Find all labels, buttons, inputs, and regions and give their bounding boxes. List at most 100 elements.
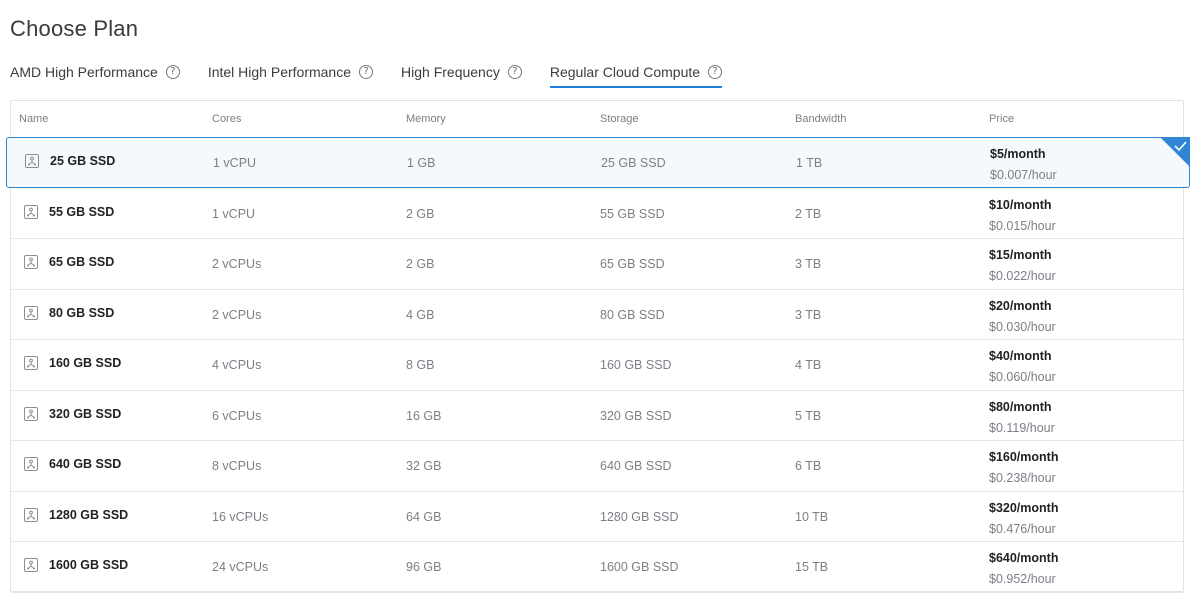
plan-row-5[interactable]: 320 GB SSD 6 vCPUs 16 GB 320 GB SSD 5 TB…: [11, 391, 1183, 441]
plan-storage: 80 GB SSD: [600, 307, 665, 322]
plan-name: 320 GB SSD: [49, 406, 122, 421]
price-per-month: $5/month: [990, 147, 1046, 161]
plan-storage: 1600 GB SSD: [600, 560, 679, 574]
price-per-month: $80/month: [989, 399, 1052, 414]
plan-row-0[interactable]: 25 GB SSD 1 vCPU 1 GB 25 GB SSD 1 TB $5/…: [6, 137, 1190, 188]
plan-type-tabs: AMD High Performance ? Intel High Perfor…: [10, 58, 750, 90]
plan-price: $640/month $0.952/hour: [989, 551, 1058, 586]
help-circle-icon[interactable]: ?: [507, 65, 522, 79]
plan-bandwidth: 6 TB: [795, 459, 822, 473]
plan-bandwidth: 3 TB: [795, 307, 822, 322]
plan-bandwidth: 1 TB: [796, 156, 823, 170]
plan-cores: 4 vCPUs: [212, 358, 262, 372]
plan-price: $15/month $0.022/hour: [989, 248, 1056, 283]
plan-cores: 2 vCPUs: [212, 307, 262, 322]
plan-name-cell: 160 GB SSD: [23, 355, 121, 371]
plan-price: $80/month $0.119/hour: [989, 400, 1055, 435]
price-per-month: $320/month: [989, 500, 1059, 515]
plan-name-cell: 55 GB SSD: [23, 204, 114, 220]
plan-name: 25 GB SSD: [50, 154, 116, 168]
plan-name-cell: 1600 GB SSD: [23, 557, 128, 573]
plan-memory: 64 GB: [406, 509, 442, 524]
plan-name-cell: 640 GB SSD: [23, 456, 121, 472]
tab-label: Intel High Performance: [207, 64, 352, 80]
plan-storage: 320 GB SSD: [600, 408, 672, 423]
plan-storage: 160 GB SSD: [600, 358, 672, 372]
price-per-hour: $0.015/hour: [989, 218, 1056, 233]
price-per-month: $640/month: [989, 551, 1059, 565]
plan-row-1[interactable]: 55 GB SSD 1 vCPU 2 GB 55 GB SSD 2 TB $10…: [11, 189, 1183, 239]
plan-row-3[interactable]: 80 GB SSD 2 vCPUs 4 GB 80 GB SSD 3 TB $2…: [11, 290, 1183, 340]
plan-bandwidth: 15 TB: [795, 560, 829, 574]
price-per-month: $20/month: [989, 298, 1052, 313]
plan-memory: 16 GB: [406, 408, 442, 423]
header-cores: Cores: [212, 113, 242, 125]
plan-cores: 2 vCPUs: [212, 257, 262, 271]
plan-row-8[interactable]: 1600 GB SSD 24 vCPUs 96 GB 1600 GB SSD 1…: [11, 542, 1183, 593]
help-circle-icon[interactable]: ?: [359, 65, 374, 79]
plan-row-2[interactable]: 65 GB SSD 2 vCPUs 2 GB 65 GB SSD 3 TB $1…: [11, 239, 1183, 290]
header-storage: Storage: [600, 113, 639, 125]
tab-label: AMD High Performance: [10, 64, 158, 80]
price-per-month: $160/month: [989, 450, 1059, 464]
plan-memory: 32 GB: [406, 459, 442, 473]
price-per-hour: $0.476/hour: [989, 521, 1056, 536]
table-header: Name Cores Memory Storage Bandwidth Pric…: [11, 101, 1183, 139]
plan-memory: 2 GB: [406, 257, 435, 271]
plan-name-cell: 1280 GB SSD: [23, 507, 128, 523]
checkmark-icon: [1160, 137, 1190, 167]
server-plan-icon: [24, 204, 38, 219]
server-plan-icon: [24, 406, 38, 421]
plan-price: $10/month $0.015/hour: [989, 198, 1056, 233]
help-circle-icon[interactable]: ?: [165, 65, 180, 79]
plan-memory: 4 GB: [406, 307, 435, 322]
server-plan-icon: [24, 507, 38, 522]
price-per-hour: $0.022/hour: [989, 269, 1056, 283]
plan-price: $40/month $0.060/hour: [989, 349, 1056, 384]
plan-name: 65 GB SSD: [49, 255, 115, 269]
plan-table: Name Cores Memory Storage Bandwidth Pric…: [6, 100, 1190, 593]
price-per-month: $10/month: [989, 197, 1052, 212]
header-bandwidth: Bandwidth: [795, 113, 847, 125]
plan-price: $160/month $0.238/hour: [989, 450, 1058, 485]
plan-storage: 1280 GB SSD: [600, 509, 679, 524]
tab-intel-high-performance[interactable]: Intel High Performance ?: [207, 58, 374, 90]
plan-price: $320/month $0.476/hour: [989, 501, 1058, 536]
help-circle-icon[interactable]: ?: [708, 65, 723, 79]
server-plan-icon: [24, 558, 38, 572]
server-plan-icon: [24, 356, 38, 370]
plan-name-cell: 25 GB SSD: [24, 153, 115, 169]
plan-price: $5/month $0.007/hour: [990, 147, 1057, 182]
plan-row-6[interactable]: 640 GB SSD 8 vCPUs 32 GB 640 GB SSD 6 TB…: [11, 441, 1183, 492]
page-title: Choose Plan: [10, 16, 139, 41]
plan-name: 55 GB SSD: [49, 204, 115, 219]
plan-cores: 1 vCPU: [213, 156, 257, 170]
server-plan-icon: [24, 457, 38, 471]
plan-cores: 6 vCPUs: [212, 408, 262, 423]
header-name: Name: [19, 113, 49, 125]
plan-memory: 96 GB: [406, 560, 442, 574]
plan-memory: 2 GB: [406, 206, 435, 221]
plan-row-4[interactable]: 160 GB SSD 4 vCPUs 8 GB 160 GB SSD 4 TB …: [11, 340, 1183, 391]
server-plan-icon: [24, 255, 38, 269]
plan-cores: 8 vCPUs: [212, 459, 262, 473]
plan-name: 1600 GB SSD: [49, 558, 129, 572]
plan-cores: 16 vCPUs: [212, 509, 269, 524]
plan-storage: 65 GB SSD: [600, 257, 665, 271]
tab-amd-high-performance[interactable]: AMD High Performance ?: [10, 58, 180, 90]
plan-storage: 55 GB SSD: [600, 206, 665, 221]
plan-bandwidth: 3 TB: [795, 257, 822, 271]
price-per-month: $15/month: [989, 248, 1052, 262]
plan-name: 80 GB SSD: [49, 305, 115, 320]
plan-memory: 1 GB: [407, 156, 436, 170]
plan-bandwidth: 2 TB: [795, 206, 822, 221]
plan-row-7[interactable]: 1280 GB SSD 16 vCPUs 64 GB 1280 GB SSD 1…: [11, 492, 1183, 542]
plan-bandwidth: 5 TB: [795, 408, 822, 423]
plan-bandwidth: 4 TB: [795, 358, 822, 372]
tab-regular-cloud-compute[interactable]: Regular Cloud Compute ?: [549, 58, 723, 90]
price-per-hour: $0.952/hour: [989, 572, 1056, 586]
price-per-hour: $0.007/hour: [990, 168, 1057, 182]
tab-high-frequency[interactable]: High Frequency ?: [401, 58, 522, 90]
plan-name-cell: 320 GB SSD: [23, 406, 121, 422]
plan-memory: 8 GB: [406, 358, 435, 372]
